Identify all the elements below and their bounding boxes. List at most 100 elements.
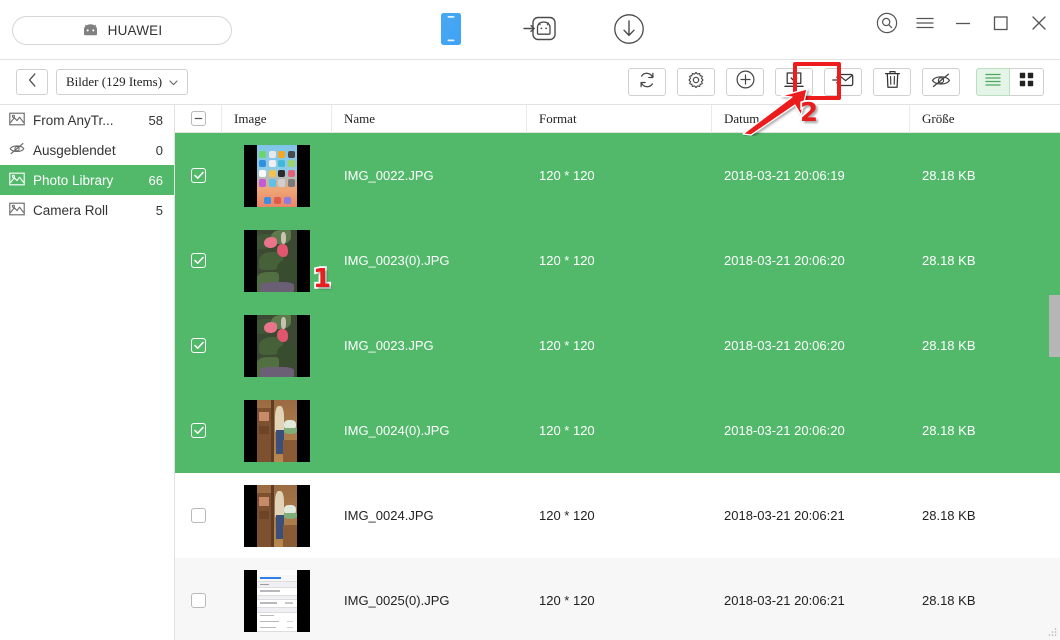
column-header-image[interactable]: Image — [222, 104, 332, 133]
row-date: 2018-03-21 20:06:21 — [724, 593, 845, 608]
row-size: 28.18 KB — [922, 508, 976, 523]
thumbnail — [244, 484, 310, 547]
row-checkbox[interactable] — [191, 253, 206, 268]
import-button[interactable] — [824, 68, 862, 96]
sidebar-item-label: Camera Roll — [33, 202, 109, 218]
column-header-format[interactable]: Format — [527, 104, 712, 133]
row-name: IMG_0023.JPG — [344, 338, 434, 353]
row-size: 28.18 KB — [922, 593, 976, 608]
column-header-name[interactable]: Name — [332, 104, 527, 133]
sidebar-item-label: Photo Library — [33, 172, 114, 188]
photo-icon — [9, 112, 25, 129]
row-thumbnail-cell — [222, 133, 332, 218]
vertical-scrollbar[interactable] — [1049, 133, 1060, 640]
close-icon — [1031, 15, 1047, 36]
breadcrumb-label: Bilder (129 Items) — [66, 74, 163, 89]
row-thumbnail-cell — [222, 303, 332, 388]
row-date: 2018-03-21 20:06:20 — [724, 423, 845, 438]
row-checkbox[interactable] — [191, 168, 206, 183]
table-row[interactable]: IMG_0024(0).JPG 120 * 120 2018-03-21 20:… — [175, 388, 1060, 473]
thumbnail — [244, 314, 310, 377]
sidebar-item-camera-roll[interactable]: Camera Roll 5 — [0, 195, 174, 225]
close-button[interactable] — [1028, 14, 1050, 36]
row-format: 120 * 120 — [539, 338, 595, 353]
export-to-computer-icon — [784, 71, 804, 94]
settings-button[interactable] — [677, 68, 715, 96]
row-checkbox[interactable] — [191, 423, 206, 438]
row-checkbox-cell — [175, 473, 222, 558]
download-circle-icon — [613, 13, 645, 50]
transfer-tab[interactable] — [519, 8, 560, 54]
row-format: 120 * 120 — [539, 508, 595, 523]
row-date: 2018-03-21 20:06:19 — [724, 168, 845, 183]
table-row[interactable]: IMG_0022.JPG 120 * 120 2018-03-21 20:06:… — [175, 133, 1060, 218]
scrollbar-thumb[interactable] — [1049, 295, 1060, 357]
action-toolbar — [628, 68, 1044, 96]
table-row[interactable]: IMG_0023(0).JPG 120 * 120 2018-03-21 20:… — [175, 218, 1060, 303]
row-size: 28.18 KB — [922, 253, 976, 268]
sidebar-item-count: 0 — [155, 142, 163, 158]
minimize-button[interactable] — [952, 14, 974, 36]
menu-button[interactable] — [914, 14, 936, 36]
row-size: 28.18 KB — [922, 168, 976, 183]
row-name: IMG_0022.JPG — [344, 168, 434, 183]
row-thumbnail-cell — [222, 388, 332, 473]
grid-view-button[interactable] — [1010, 68, 1044, 96]
chevron-down-icon — [169, 73, 178, 91]
sidebar-item-count: 66 — [148, 172, 163, 188]
resize-grip[interactable] — [1046, 626, 1058, 638]
search-button[interactable] — [876, 12, 898, 39]
select-all-checkbox[interactable] — [190, 111, 206, 126]
refresh-button[interactable] — [628, 68, 666, 96]
trash-icon — [884, 70, 901, 94]
sidebar-item-count: 58 — [148, 112, 163, 128]
list-view-button[interactable] — [976, 68, 1010, 96]
thumbnail — [244, 569, 310, 632]
device-selector[interactable]: HUAWEI — [12, 16, 232, 45]
row-checkbox-cell — [175, 558, 222, 640]
chevron-left-icon — [28, 72, 37, 92]
sidebar-item-ausgeblendet[interactable]: Ausgeblendet 0 — [0, 135, 174, 165]
row-format: 120 * 120 — [539, 593, 595, 608]
eye-slash-icon — [931, 72, 951, 93]
table-row[interactable]: IMG_0024.JPG 120 * 120 2018-03-21 20:06:… — [175, 473, 1060, 558]
maximize-icon — [993, 15, 1009, 36]
download-tab[interactable] — [609, 8, 650, 54]
column-header-groesse[interactable]: Größe — [910, 105, 1060, 133]
breadcrumb[interactable]: Bilder (129 Items) — [56, 69, 189, 95]
export-to-pc-button[interactable] — [775, 68, 813, 96]
back-button[interactable] — [16, 69, 48, 95]
thumbnail — [244, 399, 310, 462]
sidebar-item-label: From AnyTr... — [33, 112, 114, 128]
table-header: Image Name Format Datum Größe — [175, 104, 1060, 133]
row-checkbox[interactable] — [191, 338, 206, 353]
table-row[interactable]: IMG_0023.JPG 120 * 120 2018-03-21 20:06:… — [175, 303, 1060, 388]
row-checkbox[interactable] — [191, 508, 206, 523]
window-controls — [876, 12, 1050, 39]
eye-slash-icon — [9, 142, 25, 158]
table-body: IMG_0022.JPG 120 * 120 2018-03-21 20:06:… — [175, 133, 1060, 640]
delete-button[interactable] — [873, 68, 911, 96]
row-date: 2018-03-21 20:06:21 — [724, 508, 845, 523]
main-nav — [430, 8, 650, 54]
grid-view-icon — [1019, 72, 1034, 92]
row-checkbox[interactable] — [191, 593, 206, 608]
sidebar-item-photo-library[interactable]: Photo Library 66 — [0, 165, 174, 195]
search-circle-icon — [876, 12, 898, 39]
add-button[interactable] — [726, 68, 764, 96]
row-name: IMG_0025(0).JPG — [344, 593, 450, 608]
plus-circle-icon — [736, 70, 755, 94]
sidebar-item-from-anytrans[interactable]: From AnyTr... 58 — [0, 105, 174, 135]
list-view-icon — [985, 73, 1001, 91]
table-row[interactable]: IMG_0025(0).JPG 120 * 120 2018-03-21 20:… — [175, 558, 1060, 640]
sidebar-item-count: 5 — [155, 202, 163, 218]
minimize-icon — [955, 16, 971, 35]
hide-button[interactable] — [922, 68, 960, 96]
device-tab[interactable] — [430, 8, 471, 54]
row-size: 28.18 KB — [922, 338, 976, 353]
column-header-datum[interactable]: Datum — [712, 104, 910, 133]
thumbnail — [244, 229, 310, 292]
android-icon — [82, 24, 99, 37]
row-thumbnail-cell — [222, 558, 332, 640]
maximize-button[interactable] — [990, 14, 1012, 36]
